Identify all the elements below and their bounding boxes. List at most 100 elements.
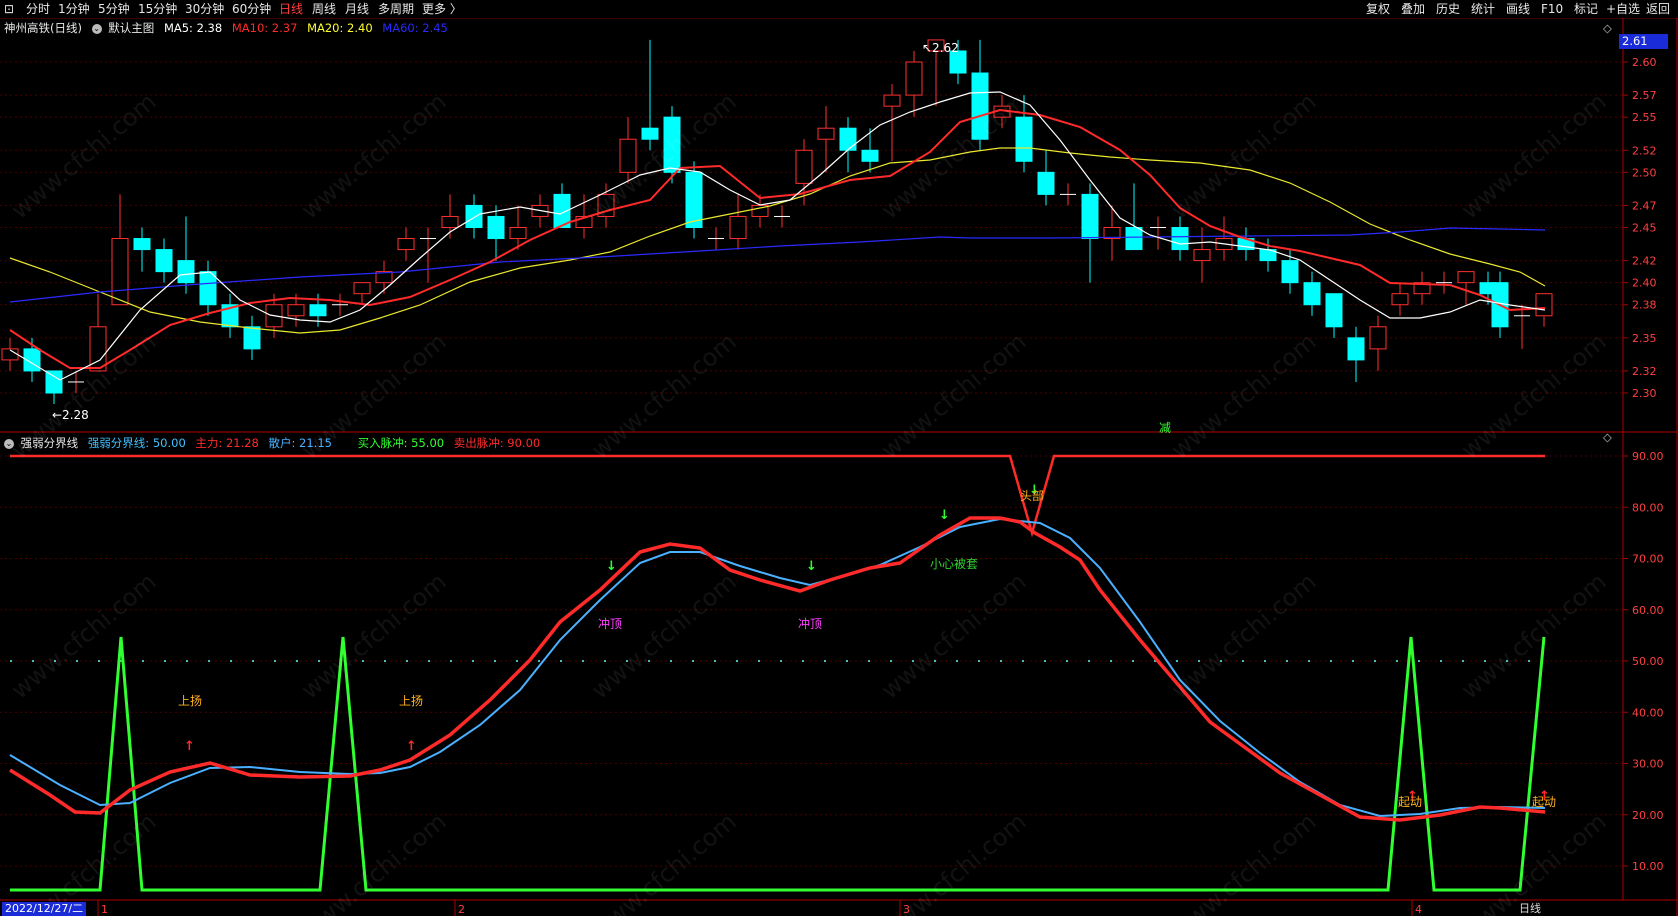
indicator-tick-label: 10.00 (1632, 860, 1664, 873)
candle-body (1037, 171, 1055, 195)
signal-annotation: 头部 (1020, 488, 1044, 503)
watermark: www.cfchi.com (1166, 567, 1322, 704)
sell-pulse-value: 卖出脉冲: 90.00 (453, 436, 541, 450)
signal-annotation: 上扬 (399, 693, 423, 708)
price-tick-label: 2.57 (1632, 89, 1657, 102)
ma5-line (9, 91, 1546, 381)
month-label: 1 (101, 903, 108, 916)
ma10-line (9, 108, 1546, 369)
signal-annotation: 上扬 (178, 693, 202, 708)
watermark: www.cfchi.com (296, 87, 452, 224)
signal-annotation: 小心被套 (930, 557, 978, 571)
candle-body (287, 304, 305, 317)
watermark: www.cfchi.com (1166, 87, 1322, 224)
candle-body (487, 215, 505, 240)
watermark: www.cfchi.com (1456, 327, 1612, 464)
candle-body (243, 326, 261, 350)
month-label: 4 (1415, 903, 1422, 916)
candle-body (839, 127, 857, 151)
high-price-annotation: ↖2.62 (922, 41, 959, 55)
signal-annotation: 冲顶 (598, 616, 622, 631)
chart-canvas: 2.60 2.57 2.55 2.52 2.50 2.47 2.45 2.42 2.40 2.38… (0, 18, 1678, 916)
period-indicator[interactable]: 日线 (1505, 902, 1555, 916)
price-tick-label: 2.30 (1632, 387, 1657, 400)
watermark: www.cfchi.com (296, 567, 452, 704)
candle-body (111, 238, 129, 306)
candle-body (309, 304, 327, 317)
candle-body (795, 149, 813, 184)
reduce-badge: 减 (1159, 421, 1171, 435)
indicator-tick-label: 80.00 (1632, 501, 1664, 514)
watermark: www.cfchi.com (1456, 87, 1612, 224)
diamond-icon[interactable]: ◇ (1603, 21, 1612, 35)
candle-body (45, 370, 63, 394)
price-tick-label: 2.40 (1632, 277, 1657, 290)
price-tick-label: 2.52 (1632, 144, 1657, 157)
candle-body (883, 94, 901, 107)
watermark: www.cfchi.com (876, 327, 1032, 464)
signal-arrow-icon: ↑ (184, 739, 195, 754)
watermark: www.cfchi.com (586, 87, 742, 224)
price-tick-label: 2.60 (1632, 56, 1657, 69)
price-tick-label: 2.45 (1632, 222, 1657, 235)
sub-panel-header: ⌄ 强弱分界线 强弱分界线: 50.00 主力: 21.28 散户: 21.15… (4, 436, 540, 450)
candle-body (1281, 260, 1299, 284)
price-tick-label: 2.38 (1632, 299, 1657, 312)
indicator-name[interactable]: 默认主图 (108, 21, 154, 35)
candle-body (353, 282, 371, 295)
candle-body (177, 260, 195, 284)
candle-body (1325, 293, 1343, 328)
candle-body (441, 215, 459, 228)
candle-body (133, 238, 151, 251)
indicator-tick-label: 30.00 (1632, 758, 1664, 771)
retail-value: 散户: 21.15 (268, 436, 332, 450)
candle-body (729, 215, 747, 240)
candle-body (199, 271, 217, 306)
ma10-value: MA10: 2.37 (231, 21, 298, 35)
buy-pulse-value: 买入脉冲: 55.00 (357, 436, 445, 450)
watermark: www.cfchi.com (1166, 327, 1322, 464)
signal-arrow-icon: ↑ (406, 739, 417, 754)
ma20-value: MA20: 2.40 (307, 21, 373, 35)
sell-pulse-line (10, 454, 1545, 538)
current-price-tag: 2.61 (1619, 34, 1668, 49)
watermark: www.cfchi.com (586, 327, 742, 464)
signal-arrow-icon: ↓ (606, 559, 617, 574)
month-label: 2 (458, 903, 465, 916)
main-force-line (9, 516, 1546, 822)
candle-body (817, 127, 835, 140)
candle-body (155, 249, 173, 273)
signal-annotation: 冲顶 (798, 616, 822, 631)
sub-panel-title[interactable]: 强弱分界线 (21, 436, 79, 450)
candle-body (1535, 293, 1553, 317)
candle-body (1457, 271, 1475, 284)
candle-body (509, 227, 527, 240)
main-panel-header: 神州高铁(日线) ⌄ 默认主图 MA5: 2.38 MA10: 2.37 MA2… (4, 21, 448, 35)
watermark: www.cfchi.com (6, 567, 162, 704)
candle-body (1081, 193, 1099, 240)
stock-name[interactable]: 神州高铁(日线) (4, 21, 82, 35)
signal-arrow-icon: ↓ (806, 559, 817, 574)
candle-body (465, 204, 483, 228)
candle-body (1391, 293, 1409, 306)
candle-body (397, 238, 415, 251)
ma60-value: MA60: 2.45 (382, 21, 448, 35)
chevron-down-icon[interactable]: ⌄ (91, 23, 102, 34)
price-tick-label: 2.47 (1632, 199, 1657, 212)
candle-body (1369, 326, 1387, 350)
signal-annotation: 起动 (1398, 795, 1422, 809)
watermark: www.cfchi.com (1456, 567, 1612, 704)
price-tick-label: 2.50 (1632, 166, 1657, 179)
candle-body (905, 61, 923, 96)
chevron-down-icon[interactable]: ⌄ (4, 438, 14, 449)
boundary-value: 强弱分界线: 50.00 (87, 436, 186, 450)
price-tick-label: 2.55 (1632, 111, 1657, 124)
signal-annotation: 起动 (1532, 795, 1556, 809)
candle-body (1125, 227, 1143, 251)
cursor-date: 2022/12/27/二 (2, 902, 87, 916)
diamond-icon-sub[interactable]: ◇ (1603, 430, 1612, 444)
indicator-tick-label: 40.00 (1632, 706, 1664, 719)
candle-body (1303, 282, 1321, 306)
main-force-value: 主力: 21.28 (195, 436, 259, 450)
indicator-tick-label: 70.00 (1632, 553, 1664, 566)
